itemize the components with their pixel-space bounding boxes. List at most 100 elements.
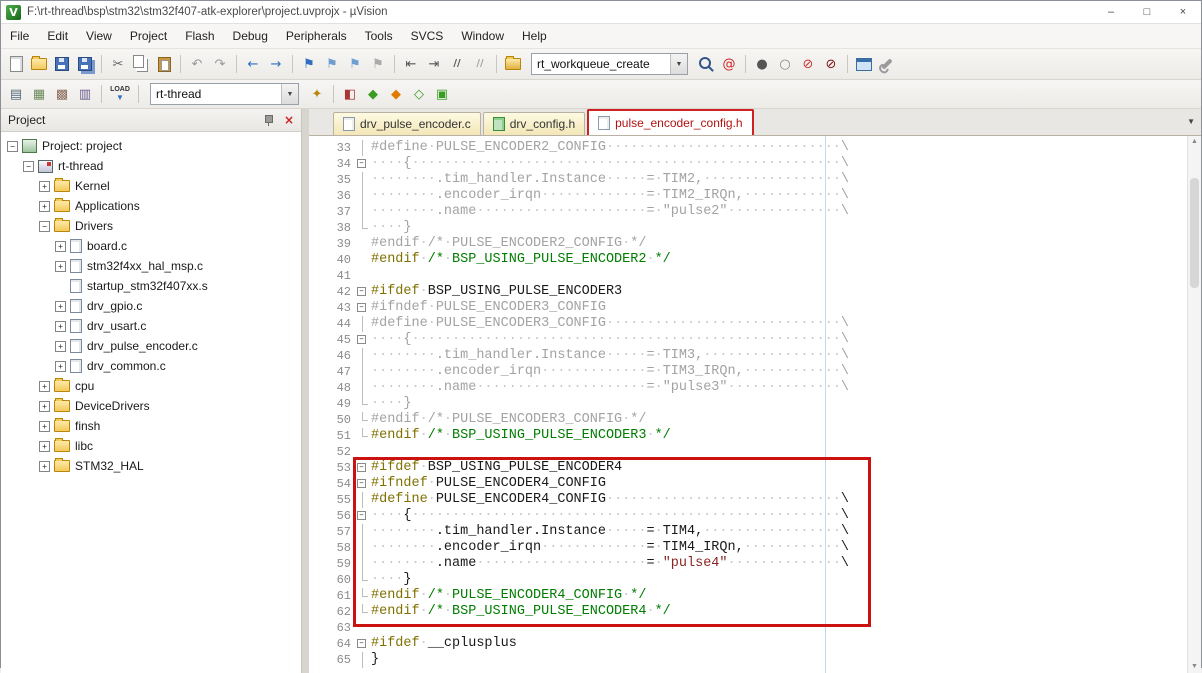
code-line-35[interactable]: 35········.tim_handler.Instance·····=·TI…	[317, 172, 1201, 188]
expand-toggle[interactable]: −	[7, 141, 18, 152]
fold-toggle[interactable]: −	[355, 156, 371, 172]
code-line-64[interactable]: 64−#ifdef·__cplusplus	[317, 636, 1201, 652]
tree-item-stm32f4xx-hal-msp-c[interactable]: +stm32f4xx_hal_msp.c	[1, 256, 301, 276]
menu-svcs[interactable]: SVCS	[402, 24, 453, 48]
code-line-40[interactable]: 40#endif·/*·BSP_USING_PULSE_ENCODER2·*/	[317, 252, 1201, 268]
code-line-45[interactable]: 45−····{································…	[317, 332, 1201, 348]
chevron-down-icon[interactable]: ▼	[670, 54, 687, 74]
menu-help[interactable]: Help	[513, 24, 556, 48]
code-line-60[interactable]: 60····}	[317, 572, 1201, 588]
tree-item-rt-thread[interactable]: −rt-thread	[1, 156, 301, 176]
manage-items-icon[interactable]: ◆	[385, 83, 407, 105]
batch-build-icon[interactable]: ▥	[74, 83, 96, 105]
tree-item-applications[interactable]: +Applications	[1, 196, 301, 216]
code-line-34[interactable]: 34−····{································…	[317, 156, 1201, 172]
code-line-50[interactable]: 50#endif·/*·PULSE_ENCODER3_CONFIG·*/	[317, 412, 1201, 428]
bookmark-clear-all-icon[interactable]: ⚑	[367, 53, 389, 75]
navigate-forward-icon[interactable]: →	[265, 53, 287, 75]
target-select-combobox[interactable]: ▼	[150, 83, 299, 105]
maximize-button[interactable]: □	[1129, 1, 1165, 23]
translate-file-icon[interactable]: ▤	[5, 83, 27, 105]
configure-icon[interactable]	[876, 53, 898, 75]
menu-flash[interactable]: Flash	[176, 24, 223, 48]
code-line-55[interactable]: 55#define·PULSE_ENCODER4_CONFIG·········…	[317, 492, 1201, 508]
tree-item-drivers[interactable]: −Drivers	[1, 216, 301, 236]
save-icon[interactable]	[51, 53, 73, 75]
minimize-button[interactable]: –	[1093, 1, 1129, 23]
manage-rte-icon[interactable]: ◆	[362, 83, 384, 105]
undo-icon[interactable]: ↶	[186, 53, 208, 75]
tab-drv-config-h[interactable]: drv_config.h	[483, 112, 585, 135]
code-line-37[interactable]: 37········.name·····················=·"p…	[317, 204, 1201, 220]
unindent-icon[interactable]: ⇤	[400, 53, 422, 75]
expand-toggle[interactable]: +	[39, 401, 50, 412]
code-line-51[interactable]: 51#endif·/*·BSP_USING_PULSE_ENCODER3·*/	[317, 428, 1201, 444]
tab-drv-pulse-encoder-c[interactable]: drv_pulse_encoder.c	[333, 112, 481, 135]
tree-item-drv-common-c[interactable]: +drv_common.c	[1, 356, 301, 376]
code-line-65[interactable]: 65}	[317, 652, 1201, 668]
tree-item-drv-usart-c[interactable]: +drv_usart.c	[1, 316, 301, 336]
menu-tools[interactable]: Tools	[356, 24, 402, 48]
scroll-down-icon[interactable]: ▼	[1188, 661, 1201, 673]
tree-item-startup-stm32f407xx-s[interactable]: startup_stm32f407xx.s	[1, 276, 301, 296]
options-for-target-icon[interactable]: ✦	[306, 83, 328, 105]
bookmark-previous-icon[interactable]: ⚑	[321, 53, 343, 75]
menu-view[interactable]: View	[77, 24, 121, 48]
close-button[interactable]: ×	[1165, 1, 1201, 23]
bookmark-next-icon[interactable]: ⚑	[344, 53, 366, 75]
expand-toggle[interactable]: +	[39, 421, 50, 432]
expand-toggle[interactable]: −	[23, 161, 34, 172]
menu-window[interactable]: Window	[452, 24, 513, 48]
indent-icon[interactable]: ⇥	[423, 53, 445, 75]
code-area[interactable]: 33#define·PULSE_ENCODER2_CONFIG·········…	[309, 135, 1201, 673]
paste-icon[interactable]	[153, 53, 175, 75]
tree-item-stm32-hal[interactable]: +STM32_HAL	[1, 456, 301, 476]
menu-project[interactable]: Project	[121, 24, 176, 48]
bookmark-toggle-icon[interactable]: ⚑	[298, 53, 320, 75]
expand-toggle[interactable]: +	[39, 441, 50, 452]
expand-toggle[interactable]: +	[39, 181, 50, 192]
comment-selection-icon[interactable]: //	[446, 53, 468, 75]
tree-item-board-c[interactable]: +board.c	[1, 236, 301, 256]
navigate-back-icon[interactable]: ←	[242, 53, 264, 75]
expand-toggle[interactable]: +	[55, 361, 66, 372]
code-line-48[interactable]: 48········.name·····················=·"p…	[317, 380, 1201, 396]
build-target-icon[interactable]: ▦	[28, 83, 50, 105]
code-line-56[interactable]: 56−····{································…	[317, 508, 1201, 524]
chevron-down-icon[interactable]: ▼	[281, 84, 298, 104]
breakpoint-kill-all-icon[interactable]: ⊘	[820, 53, 842, 75]
code-line-39[interactable]: 39#endif·/*·PULSE_ENCODER2_CONFIG·*/	[317, 236, 1201, 252]
menu-peripherals[interactable]: Peripherals	[277, 24, 356, 48]
tree-item-drv-pulse-encoder-c[interactable]: +drv_pulse_encoder.c	[1, 336, 301, 356]
code-line-54[interactable]: 54−#ifndef·PULSE_ENCODER4_CONFIG	[317, 476, 1201, 492]
redo-icon[interactable]: ↷	[209, 53, 231, 75]
expand-toggle[interactable]: +	[39, 461, 50, 472]
code-line-43[interactable]: 43−#ifndef·PULSE_ENCODER3_CONFIG	[317, 300, 1201, 316]
code-line-47[interactable]: 47········.encoder_irqn·············=·TI…	[317, 364, 1201, 380]
fold-toggle[interactable]: −	[355, 300, 371, 316]
fold-toggle[interactable]: −	[355, 332, 371, 348]
code-line-63[interactable]: 63	[317, 620, 1201, 636]
code-line-53[interactable]: 53−#ifdef·BSP_USING_PULSE_ENCODER4	[317, 460, 1201, 476]
scrollbar-thumb[interactable]	[1190, 178, 1199, 288]
expand-toggle[interactable]: −	[39, 221, 50, 232]
save-all-icon[interactable]	[74, 53, 96, 75]
expand-toggle[interactable]: +	[55, 341, 66, 352]
fold-toggle[interactable]: −	[355, 508, 371, 524]
expand-toggle[interactable]: +	[39, 201, 50, 212]
target-select-input[interactable]	[151, 84, 281, 104]
search-combobox[interactable]: ▼	[531, 53, 688, 75]
code-line-41[interactable]: 41	[317, 268, 1201, 284]
tree-item-cpu[interactable]: +cpu	[1, 376, 301, 396]
fold-toggle[interactable]: −	[355, 636, 371, 652]
fold-toggle[interactable]: −	[355, 476, 371, 492]
incremental-find-icon[interactable]: @	[718, 53, 740, 75]
tree-item-drv-gpio-c[interactable]: +drv_gpio.c	[1, 296, 301, 316]
code-line-49[interactable]: 49····}	[317, 396, 1201, 412]
debug-views-icon[interactable]	[853, 53, 875, 75]
new-file-icon[interactable]	[5, 53, 27, 75]
code-line-44[interactable]: 44#define·PULSE_ENCODER3_CONFIG·········…	[317, 316, 1201, 332]
pin-icon[interactable]	[263, 114, 273, 126]
code-line-62[interactable]: 62#endif·/*·BSP_USING_PULSE_ENCODER4·*/	[317, 604, 1201, 620]
code-line-38[interactable]: 38····}	[317, 220, 1201, 236]
